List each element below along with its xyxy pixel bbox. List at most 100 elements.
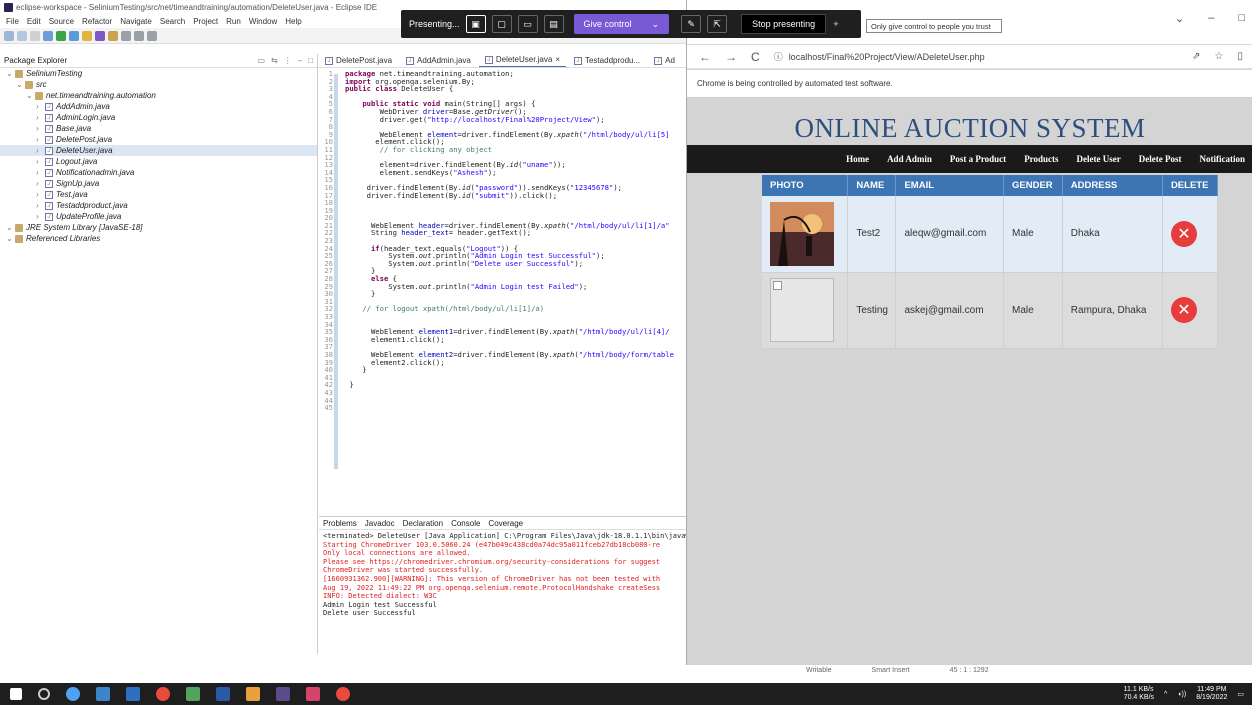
back-icon[interactable]: ← xyxy=(699,50,711,64)
tree-item[interactable]: › J SignUp.java xyxy=(0,178,317,189)
tree-item[interactable]: › J Base.java xyxy=(0,123,317,134)
tree-expand-icon[interactable]: ⌄ xyxy=(6,68,13,79)
pointer-icon[interactable]: ⇱ xyxy=(707,15,728,33)
delete-user-button[interactable]: ✕ xyxy=(1170,297,1197,323)
console-tab[interactable]: Console xyxy=(451,519,480,528)
nav-link[interactable]: Notification xyxy=(1200,154,1246,164)
coverage-icon[interactable] xyxy=(69,30,79,41)
console-output[interactable]: <terminated> DeleteUser [Java Applicatio… xyxy=(319,530,686,620)
nav-link[interactable]: Delete Post xyxy=(1139,154,1182,164)
side-panel-icon[interactable]: ▯ xyxy=(1237,51,1243,62)
share-region-icon[interactable]: ▤ xyxy=(543,15,564,33)
code-area[interactable]: 1 2 3 4 5 6 7 8 9 10 11 12 13 14 15 16 1… xyxy=(319,70,686,510)
view-menu-icon[interactable]: ⋮ xyxy=(284,56,292,65)
tree-item[interactable]: › J AdminLogin.java xyxy=(0,112,317,123)
forward-icon[interactable] xyxy=(147,30,157,41)
bookmark-star-icon[interactable]: ☆ xyxy=(1215,51,1224,62)
share-icon[interactable]: ⇗ xyxy=(1192,51,1200,62)
source-code[interactable]: package net.timeandtraining.automation; … xyxy=(345,70,674,389)
menu-item[interactable]: Project xyxy=(193,17,218,26)
tree-item[interactable]: ⌄ SeliniumTesting xyxy=(0,68,317,79)
url-bar[interactable]: ⓘ localhost/Final%20Project/View/ADelete… xyxy=(774,50,985,63)
tree-item[interactable]: › J Notificationadmin.java xyxy=(0,167,317,178)
tree-expand-icon[interactable]: › xyxy=(36,145,42,156)
store-icon[interactable] xyxy=(96,687,110,701)
maximize-window-icon[interactable]: □ xyxy=(1238,12,1245,25)
share-window-icon[interactable]: ▢ xyxy=(491,15,512,33)
mail-icon[interactable] xyxy=(126,687,140,701)
app2-icon[interactable] xyxy=(306,687,320,701)
nav-link[interactable]: Post a Product xyxy=(950,154,1006,164)
tree-expand-icon[interactable]: ⌄ xyxy=(6,222,13,233)
nav-link[interactable]: Home xyxy=(846,154,869,164)
new-icon[interactable] xyxy=(4,30,14,41)
tree-item[interactable]: ⌄ src xyxy=(0,79,317,90)
next-annotation-icon[interactable] xyxy=(121,30,131,41)
tree-expand-icon[interactable]: › xyxy=(36,211,42,222)
search-icon[interactable] xyxy=(108,30,118,41)
close-icon[interactable]: × xyxy=(555,55,560,64)
tree-item[interactable]: › J Testaddproduct.java xyxy=(0,200,317,211)
tree-item[interactable]: › J Logout.java xyxy=(0,156,317,167)
menu-item[interactable]: Search xyxy=(160,17,185,26)
tree-expand-icon[interactable]: › xyxy=(36,167,42,178)
console-tab[interactable]: Coverage xyxy=(488,519,523,528)
tree-item[interactable]: › J Test.java xyxy=(0,189,317,200)
save-icon[interactable] xyxy=(17,30,27,41)
give-control-button[interactable]: Give control ⌄ xyxy=(573,14,670,34)
chrome-active-icon[interactable] xyxy=(336,687,350,701)
tab-search-icon[interactable]: ⌄ xyxy=(1175,12,1184,25)
minimize-window-icon[interactable]: – xyxy=(1208,12,1214,25)
menu-item[interactable]: Source xyxy=(49,17,74,26)
url-text[interactable]: localhost/Final%20Project/View/ADeleteUs… xyxy=(789,52,985,62)
menu-item[interactable]: Run xyxy=(226,17,241,26)
tree-expand-icon[interactable]: ⌄ xyxy=(16,79,23,90)
link-editor-icon[interactable]: ⇆ xyxy=(271,56,278,65)
tree-item[interactable]: ⌄ JRE System Library [JavaSE-18] xyxy=(0,222,317,233)
nav-link[interactable]: Products xyxy=(1024,154,1058,164)
menu-item[interactable]: Edit xyxy=(27,17,41,26)
clock[interactable]: 11:49 PM 8/19/2022 xyxy=(1196,686,1227,702)
delete-user-button[interactable]: ✕ xyxy=(1170,220,1197,247)
new-java-icon[interactable] xyxy=(82,30,92,41)
share-tab-icon[interactable]: ▭ xyxy=(517,15,538,33)
app-icon[interactable] xyxy=(186,687,200,701)
menu-item[interactable]: Refactor xyxy=(82,17,112,26)
tree-item[interactable]: ⌄ Referenced Libraries xyxy=(0,233,317,244)
word-icon[interactable] xyxy=(216,687,230,701)
editor-tab[interactable]: J DeleteUser.java × xyxy=(478,54,566,67)
share-screen-icon[interactable]: ▣ xyxy=(465,15,486,33)
print-icon[interactable] xyxy=(30,30,40,41)
minimize-icon[interactable]: – xyxy=(298,56,302,65)
tree-expand-icon[interactable]: › xyxy=(36,134,42,145)
back-icon[interactable] xyxy=(134,30,144,41)
tree-expand-icon[interactable]: ⌄ xyxy=(26,90,33,101)
edge-icon[interactable] xyxy=(66,687,80,701)
maximize-icon[interactable]: □ xyxy=(308,56,313,65)
stop-presenting-button[interactable]: Stop presenting xyxy=(741,14,827,34)
package-explorer-title[interactable]: Package Explorer xyxy=(4,56,67,65)
forward-icon[interactable]: → xyxy=(725,50,737,64)
tree-expand-icon[interactable]: › xyxy=(36,101,42,112)
collapse-all-icon[interactable]: ▭ xyxy=(257,56,265,65)
editor-tab[interactable]: J Ad xyxy=(648,54,681,67)
menu-item[interactable]: File xyxy=(6,17,19,26)
tree-item[interactable]: › J DeleteUser.java xyxy=(0,145,317,156)
tree-expand-icon[interactable]: › xyxy=(36,189,42,200)
tree-item[interactable]: › J AddAdmin.java xyxy=(0,101,317,112)
notifications-icon[interactable]: ▭ xyxy=(1237,690,1244,698)
editor-tab[interactable]: J Testaddprodu... xyxy=(568,54,646,67)
start-icon[interactable] xyxy=(10,688,22,700)
tree-expand-icon[interactable]: ⌄ xyxy=(6,233,13,244)
editor-tab[interactable]: J AddAdmin.java xyxy=(400,54,477,67)
tree-expand-icon[interactable]: › xyxy=(36,123,42,134)
nav-link[interactable]: Add Admin xyxy=(887,154,932,164)
menu-item[interactable]: Navigate xyxy=(120,17,152,26)
tray-chevron-icon[interactable]: ^ xyxy=(1164,691,1167,698)
search-icon[interactable] xyxy=(38,688,50,700)
nav-link[interactable]: Delete User xyxy=(1077,154,1121,164)
console-tab[interactable]: Javadoc xyxy=(365,519,395,528)
console-tab[interactable]: Problems xyxy=(323,519,357,528)
files-icon[interactable] xyxy=(246,687,260,701)
tree-expand-icon[interactable]: › xyxy=(36,178,42,189)
